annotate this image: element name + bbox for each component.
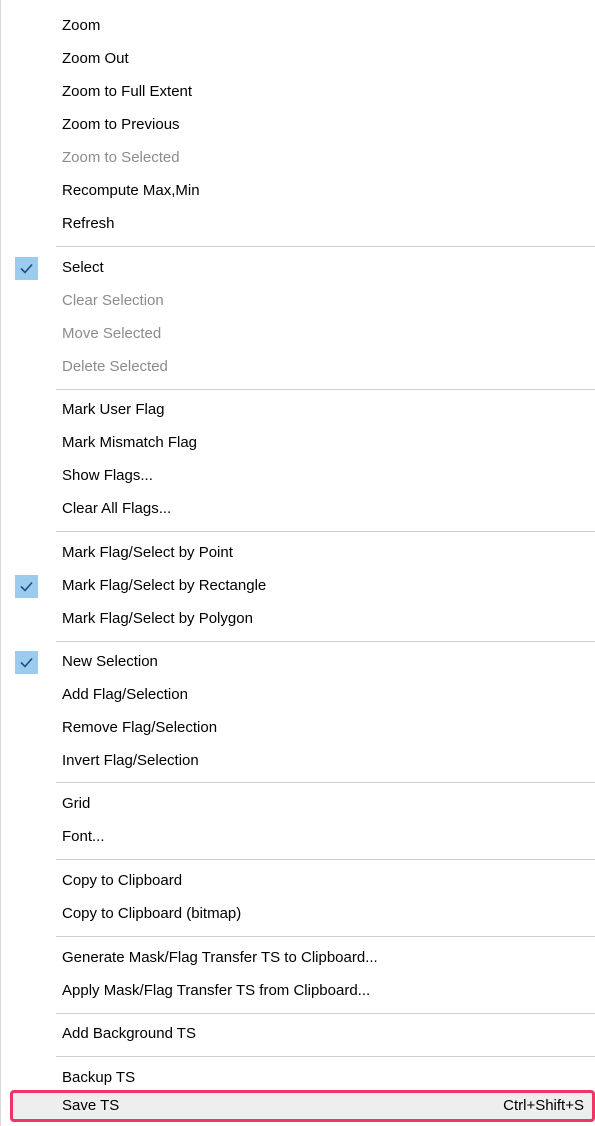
menu-separator — [56, 531, 595, 532]
menu-item-new-selection[interactable]: New Selection — [8, 646, 595, 679]
menu-separator — [56, 389, 595, 390]
checkmark-icon — [15, 257, 38, 280]
menu-item-label: Zoom — [62, 17, 101, 34]
menu-item-save-ts[interactable]: Save TS Ctrl+Shift+S — [10, 1090, 595, 1122]
menu-item-label: Clear All Flags... — [62, 500, 172, 517]
menu-item-add-flag-selection[interactable]: Add Flag/Selection — [8, 679, 595, 712]
menu-item-select-by-polygon[interactable]: Mark Flag/Select by Polygon — [8, 603, 595, 636]
menu-item-label: Mark Flag/Select by Polygon — [62, 610, 253, 627]
checkmark-icon — [15, 651, 38, 674]
menu-item-remove-flag-selection[interactable]: Remove Flag/Selection — [8, 712, 595, 745]
menu-item-clear-all-flags[interactable]: Clear All Flags... — [8, 493, 595, 526]
menu-item-select-by-point[interactable]: Mark Flag/Select by Point — [8, 537, 595, 570]
menu-item-clear-selection: Clear Selection — [8, 285, 595, 318]
menu-item-label: Add Background TS — [62, 1025, 196, 1042]
menu-item-mark-mismatch-flag[interactable]: Mark Mismatch Flag — [8, 427, 595, 460]
menu-item-show-flags[interactable]: Show Flags... — [8, 460, 595, 493]
menu-separator — [56, 1056, 595, 1057]
menu-item-label: Select — [62, 259, 104, 276]
menu-item-label: Save TS — [62, 1097, 120, 1114]
menu-item-grid[interactable]: Grid — [8, 788, 595, 821]
keyboard-shortcut: Ctrl+Shift+S — [503, 1097, 584, 1114]
menu-item-label: Grid — [62, 795, 91, 812]
menu-item-generate-mask-transfer[interactable]: Generate Mask/Flag Transfer TS to Clipbo… — [8, 942, 595, 975]
menu-item-recompute-max-min[interactable]: Recompute Max,Min — [8, 175, 595, 208]
menu-item-label: Delete Selected — [62, 358, 168, 375]
menu-item-label: Show Flags... — [62, 467, 153, 484]
menu-separator — [56, 936, 595, 937]
menu-item-zoom-selected: Zoom to Selected — [8, 142, 595, 175]
menu-item-mark-user-flag[interactable]: Mark User Flag — [8, 394, 595, 427]
menu-item-label: Mark Mismatch Flag — [62, 434, 198, 451]
menu-item-apply-mask-transfer[interactable]: Apply Mask/Flag Transfer TS from Clipboa… — [8, 975, 595, 1008]
menu-item-label: Add Flag/Selection — [62, 686, 188, 703]
menu-item-label: Backup TS — [62, 1069, 136, 1086]
menu-item-label: Remove Flag/Selection — [62, 719, 218, 736]
menu-item-label: Recompute Max,Min — [62, 182, 200, 199]
menu-item-font[interactable]: Font... — [8, 821, 595, 854]
menu-item-zoom-previous[interactable]: Zoom to Previous — [8, 109, 595, 142]
menu-item-zoom[interactable]: Zoom — [8, 10, 595, 43]
menu-item-select[interactable]: Select — [8, 252, 595, 285]
menu-item-move-selected: Move Selected — [8, 318, 595, 351]
menu-item-label: Apply Mask/Flag Transfer TS from Clipboa… — [62, 982, 371, 999]
menu-item-label: Zoom to Selected — [62, 149, 180, 166]
menu-item-zoom-full-extent[interactable]: Zoom to Full Extent — [8, 76, 595, 109]
menu-item-label: Font... — [62, 828, 105, 845]
menu-item-label: Clear Selection — [62, 292, 164, 309]
menu-item-label: Zoom to Previous — [62, 116, 180, 133]
menu-item-zoom-out[interactable]: Zoom Out — [8, 43, 595, 76]
menu-item-copy-to-clipboard-bitmap[interactable]: Copy to Clipboard (bitmap) — [8, 898, 595, 931]
menu-item-label: New Selection — [62, 653, 158, 670]
menu-separator — [56, 1013, 595, 1014]
menu-item-label: Copy to Clipboard — [62, 872, 183, 889]
menu-separator — [56, 641, 595, 642]
menu-separator — [56, 246, 595, 247]
menu-item-label: Mark Flag/Select by Rectangle — [62, 577, 267, 594]
context-menu: Zoom Zoom Out Zoom to Full Extent Zoom t… — [0, 0, 595, 1126]
menu-item-label: Zoom Out — [62, 50, 129, 67]
menu-item-delete-selected: Delete Selected — [8, 351, 595, 384]
menu-item-label: Zoom to Full Extent — [62, 83, 193, 100]
menu-item-label: Copy to Clipboard (bitmap) — [62, 905, 242, 922]
menu-item-label: Mark User Flag — [62, 401, 165, 418]
menu-item-label: Invert Flag/Selection — [62, 752, 199, 769]
menu-item-label: Generate Mask/Flag Transfer TS to Clipbo… — [62, 949, 378, 966]
menu-item-add-background-ts[interactable]: Add Background TS — [8, 1018, 595, 1051]
menu-item-label: Move Selected — [62, 325, 162, 342]
checkmark-icon — [15, 575, 38, 598]
menu-item-refresh[interactable]: Refresh — [8, 208, 595, 241]
menu-separator — [56, 782, 595, 783]
menu-item-invert-flag-selection[interactable]: Invert Flag/Selection — [8, 745, 595, 778]
menu-item-label: Refresh — [62, 215, 115, 232]
menu-separator — [56, 859, 595, 860]
menu-item-select-by-rectangle[interactable]: Mark Flag/Select by Rectangle — [8, 570, 595, 603]
menu-item-copy-to-clipboard[interactable]: Copy to Clipboard — [8, 865, 595, 898]
menu-item-label: Mark Flag/Select by Point — [62, 544, 233, 561]
